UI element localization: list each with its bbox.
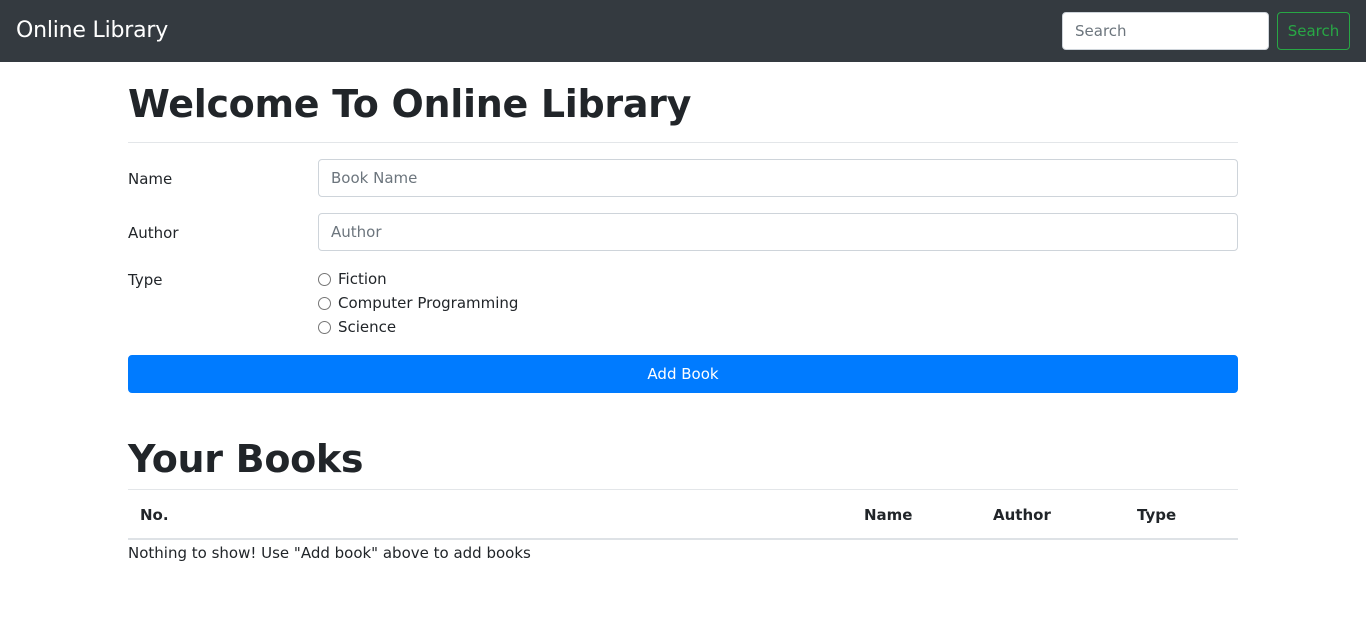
page-title: Welcome To Online Library	[128, 82, 692, 126]
add-book-button[interactable]: Add Book	[128, 355, 1238, 393]
navbar-brand[interactable]: Online Library	[16, 16, 168, 46]
column-header-name: Name	[864, 506, 913, 524]
navbar: Online Library Search	[0, 0, 1366, 62]
type-label: Type	[128, 271, 163, 289]
type-option-label: Science	[338, 318, 397, 336]
type-option-label: Fiction	[338, 270, 387, 288]
books-section-title: Your Books	[128, 437, 364, 481]
author-label: Author	[128, 224, 179, 242]
type-option-science[interactable]: Science	[318, 316, 396, 338]
radio-button-fiction[interactable]	[318, 272, 331, 286]
author-input[interactable]	[318, 213, 1238, 251]
table-header-divider	[128, 538, 1238, 540]
empty-books-message: Nothing to show! Use "Add book" above to…	[128, 544, 531, 562]
book-name-input[interactable]	[318, 159, 1238, 197]
search-input[interactable]	[1062, 12, 1269, 50]
type-option-computer-programming[interactable]: Computer Programming	[318, 292, 518, 314]
radio-button-science[interactable]	[318, 320, 331, 334]
column-header-author: Author	[993, 506, 1051, 524]
column-header-no: No.	[140, 506, 169, 524]
title-divider	[128, 142, 1238, 143]
column-header-type: Type	[1137, 506, 1177, 524]
radio-button-computer-programming[interactable]	[318, 296, 331, 310]
search-button[interactable]: Search	[1277, 12, 1350, 50]
type-option-label: Computer Programming	[338, 294, 519, 312]
name-label: Name	[128, 170, 173, 188]
books-title-divider	[128, 489, 1238, 490]
type-option-fiction[interactable]: Fiction	[318, 268, 387, 290]
